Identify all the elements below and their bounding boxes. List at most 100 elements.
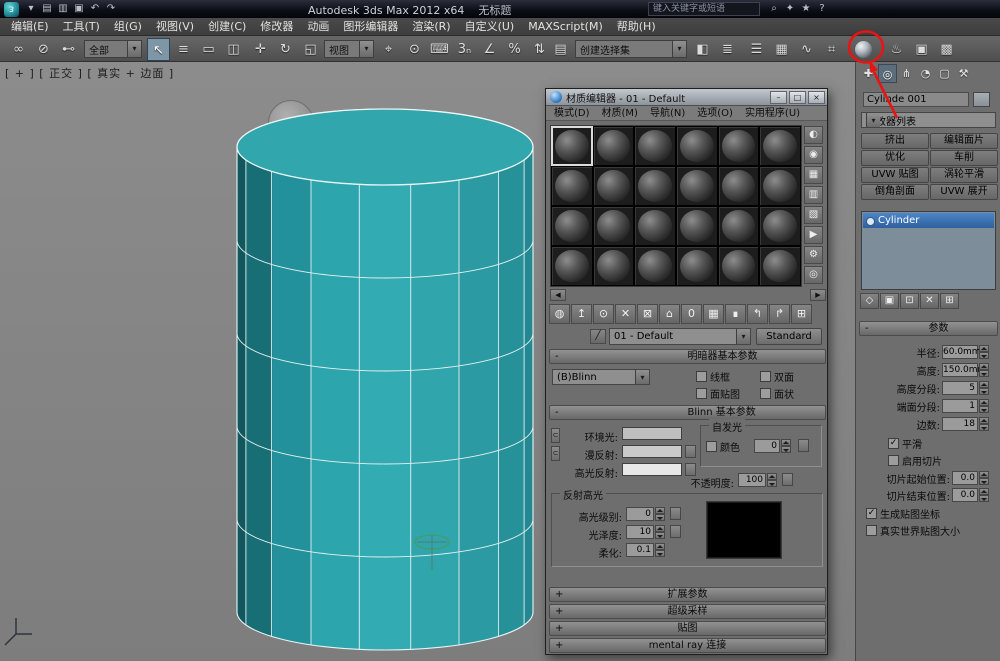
material-sample-2[interactable]: [634, 126, 676, 166]
pin-stack-icon[interactable]: ◇: [860, 293, 879, 309]
lock-diffuse-specular-icon[interactable]: ⊂: [551, 446, 560, 461]
material-sample-10[interactable]: [718, 166, 760, 206]
menu-item-10[interactable]: MAXScript(M): [521, 18, 610, 36]
maximize-button[interactable]: □: [789, 91, 806, 104]
save-file-icon[interactable]: ▣: [71, 1, 87, 17]
facemap-checkbox[interactable]: [696, 388, 707, 399]
opacity-spinner[interactable]: 100: [738, 473, 777, 487]
display-tab[interactable]: ▢: [935, 64, 954, 83]
selfillum-map-button[interactable]: [798, 439, 809, 452]
sides-field[interactable]: 18: [942, 417, 978, 431]
modify-tab[interactable]: ◎: [878, 64, 897, 83]
material-sample-21[interactable]: [676, 246, 718, 286]
select-and-scale-icon[interactable]: ◱: [299, 38, 322, 61]
get-material-icon[interactable]: ◍: [549, 304, 570, 324]
snap-toggle-3d-icon[interactable]: 3ₙ: [453, 38, 476, 61]
material-map-navigator-icon[interactable]: ⊞: [791, 304, 812, 324]
make-preview-icon[interactable]: ▶: [804, 226, 823, 244]
slice-from-field[interactable]: 0.0: [952, 471, 978, 485]
sample-type-icon[interactable]: ◐: [804, 126, 823, 144]
mirror-icon[interactable]: ◧: [691, 38, 714, 61]
pick-material-icon[interactable]: ╱: [590, 329, 606, 344]
faceted-checkbox[interactable]: [760, 388, 771, 399]
modifier-button-2[interactable]: 优化: [861, 150, 929, 166]
help-icon[interactable]: ?: [814, 1, 830, 17]
specular-level-spinner[interactable]: 0: [626, 507, 665, 521]
soften-spin-arrows[interactable]: [655, 543, 665, 557]
glossiness-spinner[interactable]: 10: [626, 525, 665, 539]
opacity-spin-arrows[interactable]: [767, 473, 777, 487]
cap-segments-spin-arrows[interactable]: [979, 399, 989, 413]
slice-to-spin-arrows[interactable]: [979, 488, 989, 502]
select-and-rotate-icon[interactable]: ↻: [274, 38, 297, 61]
height-spin-arrows[interactable]: [979, 363, 989, 377]
specular-level-map-button[interactable]: [670, 507, 681, 520]
lock-ambient-diffuse-icon[interactable]: ⊂: [551, 428, 560, 443]
material-sample-15[interactable]: [676, 206, 718, 246]
material-sample-17[interactable]: [759, 206, 801, 246]
material-sample-9[interactable]: [676, 166, 718, 206]
modifier-button-3[interactable]: 车削: [930, 150, 998, 166]
radius-spin-arrows[interactable]: [979, 345, 989, 359]
material-sample-23[interactable]: [759, 246, 801, 286]
edit-named-selection-icon[interactable]: ▤: [549, 38, 572, 61]
background-icon[interactable]: ▦: [804, 166, 823, 184]
radius-spinner[interactable]: 60.0mm: [942, 345, 989, 359]
communication-center-icon[interactable]: ✦: [782, 1, 798, 17]
favorites-icon[interactable]: ★: [798, 1, 814, 17]
menu-item-8[interactable]: 渲染(R): [405, 18, 457, 36]
material-editor-titlebar[interactable]: 材质编辑器 - 01 - Default – □ ×: [546, 89, 827, 106]
opacity-field[interactable]: 100: [738, 473, 766, 487]
slice-from-spin-arrows[interactable]: [979, 471, 989, 485]
slice-on-checkbox[interactable]: [888, 455, 899, 466]
make-unique-stack-icon[interactable]: ⊡: [900, 293, 919, 309]
glossiness-spin-arrows[interactable]: [655, 525, 665, 539]
percent-snap-icon[interactable]: %: [503, 38, 526, 61]
material-editor-icon[interactable]: [852, 38, 875, 61]
material-sample-12[interactable]: [551, 206, 593, 246]
height-segments-spinner[interactable]: 5: [942, 381, 989, 395]
cylinder-object[interactable]: [237, 109, 533, 650]
layer-manager-icon[interactable]: ☰: [745, 38, 768, 61]
modifier-button-4[interactable]: UVW 贴图: [861, 167, 929, 183]
undo-icon[interactable]: ↶: [87, 1, 103, 17]
genmap-checkbox[interactable]: [866, 508, 877, 519]
reset-map-icon[interactable]: ✕: [615, 304, 636, 324]
me-menu-item-0[interactable]: 模式(D): [548, 106, 596, 120]
stack-item-cylinder[interactable]: Cylinder: [863, 213, 994, 228]
put-to-library-icon[interactable]: ⌂: [659, 304, 680, 324]
material-sample-5[interactable]: [759, 126, 801, 166]
create-tab[interactable]: ✚: [859, 64, 878, 83]
keyboard-shortcut-override-icon[interactable]: ⌨: [428, 38, 451, 61]
search-go-icon[interactable]: ⌕: [766, 1, 782, 17]
utilities-tab[interactable]: ⚒: [954, 64, 973, 83]
put-material-to-scene-icon[interactable]: ↥: [571, 304, 592, 324]
glossiness-map-button[interactable]: [670, 525, 681, 538]
scroll-right-icon[interactable]: ▶: [810, 289, 826, 301]
minimize-button[interactable]: –: [770, 91, 787, 104]
material-sample-8[interactable]: [634, 166, 676, 206]
menu-item-1[interactable]: 工具(T): [56, 18, 107, 36]
3dsmax-logo-icon[interactable]: ᴈ: [4, 2, 19, 17]
bind-to-space-warp-icon[interactable]: ⊷: [57, 38, 80, 61]
rollout-shader-basic[interactable]: - 明暗器基本参数: [549, 349, 826, 364]
closed-rollout-2[interactable]: +贴图: [549, 621, 826, 636]
curve-editor-icon[interactable]: ∿: [795, 38, 818, 61]
named-selection-dropdown[interactable]: 创建选择集▾: [575, 40, 687, 58]
select-by-name-icon[interactable]: ≡: [172, 38, 195, 61]
me-menu-item-3[interactable]: 选项(O): [691, 106, 739, 120]
object-name-field[interactable]: Cylinde 001: [863, 92, 969, 107]
remove-modifier-icon[interactable]: ✕: [920, 293, 939, 309]
make-material-copy-icon[interactable]: ⊠: [637, 304, 658, 324]
menu-item-6[interactable]: 动画: [300, 18, 336, 36]
slice-to-spinner[interactable]: 0.0: [952, 488, 989, 502]
diffuse-color-swatch[interactable]: [622, 445, 682, 458]
reference-coordinate-dropdown[interactable]: 视图▾: [324, 40, 374, 58]
twosided-checkbox[interactable]: [760, 371, 771, 382]
material-sample-3[interactable]: [676, 126, 718, 166]
cap-segments-field[interactable]: 1: [942, 399, 978, 413]
rollout-parameters[interactable]: - 参数: [859, 321, 998, 336]
modifier-button-0[interactable]: 挤出: [861, 133, 929, 149]
shader-type-dropdown[interactable]: (B)Blinn ▾: [552, 369, 650, 385]
app-menu-arrow-icon[interactable]: ▾: [23, 1, 39, 17]
